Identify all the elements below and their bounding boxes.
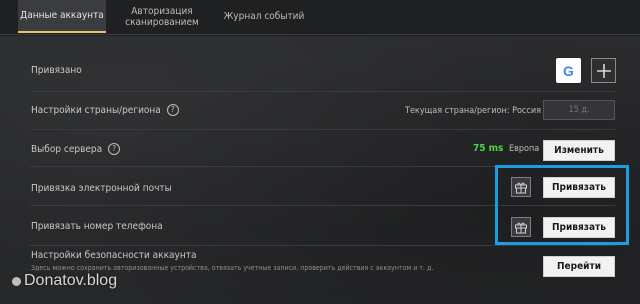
watermark-dot-icon: [12, 276, 21, 286]
security-settings-label: Настройки безопасности аккаунта: [31, 250, 197, 261]
highlight-box: [495, 165, 629, 245]
server-select-label: Выбор сервера ?: [31, 143, 121, 155]
linked-label: Привязано: [31, 65, 82, 76]
tab-scan-authorization[interactable]: Авторизация сканированием: [112, 0, 212, 33]
google-account-icon[interactable]: G: [556, 58, 581, 83]
add-account-button[interactable]: [591, 58, 616, 83]
help-icon[interactable]: ?: [166, 104, 179, 116]
server-ping: 75 ms: [473, 143, 504, 154]
bind-phone-label: Привязать номер телефона: [31, 221, 163, 232]
plus-icon: [596, 63, 611, 78]
divider: [30, 129, 615, 130]
change-server-button[interactable]: Изменить: [543, 140, 615, 161]
current-country-text: Текущая страна/регион: Россия: [405, 106, 541, 116]
tab-event-log[interactable]: Журнал событий: [218, 0, 310, 33]
tab-divider: [0, 34, 640, 35]
country-settings-label: Настройки страны/региона ?: [31, 104, 179, 116]
country-change-cooldown-button[interactable]: 15 д.: [543, 100, 615, 120]
tab-account-data[interactable]: Данные аккаунта: [18, 0, 106, 33]
security-description: Здесь можно сохранить авторизованные уст…: [31, 264, 434, 272]
tab-bar: Данные аккаунта Авторизация сканирование…: [0, 0, 640, 36]
go-security-button[interactable]: Перейти: [543, 256, 615, 277]
bind-email-label: Привязка электронной почты: [31, 183, 172, 194]
watermark: Donatov.blog: [12, 272, 117, 290]
server-region: Европа: [509, 144, 540, 154]
divider: [30, 91, 615, 92]
help-icon[interactable]: ?: [108, 143, 121, 155]
divider: [30, 245, 615, 246]
